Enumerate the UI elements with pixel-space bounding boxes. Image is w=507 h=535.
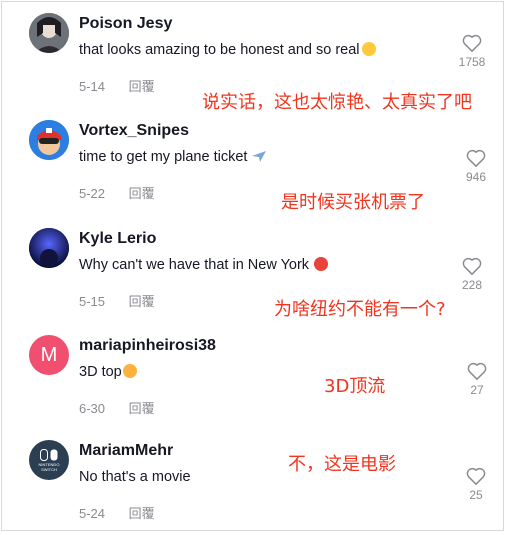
comment-date: 5-14 [79,79,106,94]
avatar[interactable] [29,120,69,160]
like-button[interactable]: 27 [455,362,499,397]
smiling-face-with-hearts-icon [122,364,137,378]
comment-item: Kyle Lerio Why can't we have that in New… [2,217,503,323]
heart-icon [466,149,486,167]
heart-icon [462,257,482,275]
like-button[interactable]: 25 [454,467,498,502]
comment-meta: 5-24 回覆 [79,503,155,522]
like-count: 27 [470,383,484,397]
avatar-letter: M [40,343,58,366]
reply-button[interactable]: 回覆 [129,186,155,201]
comment-date: 6-30 [79,401,106,416]
username[interactable]: mariapinheirosi38 [79,337,216,355]
comment-date: 5-15 [79,294,106,309]
angry-face-icon [314,257,329,271]
translation-annotation: 是时候买张机票了 [281,192,425,213]
reply-button[interactable]: 回覆 [129,506,155,521]
username[interactable]: Kyle Lerio [79,230,156,248]
reply-button[interactable]: 回覆 [129,401,155,416]
avatar[interactable]: M [29,335,69,375]
comment-meta: 5-15 回覆 [79,291,155,310]
avatar[interactable] [29,13,69,53]
username[interactable]: MariamMehr [79,442,173,460]
translation-annotation: 不，这是电影 [288,454,396,475]
comment-text: 3D top [79,364,137,380]
comment-item: Vortex_Snipes time to get my plane ticke… [2,109,503,215]
comment-date: 5-22 [79,186,106,201]
like-button[interactable]: 946 [454,149,498,184]
comment-item: M mariapinheirosi38 3D top 6-30 回覆 3D顶流 … [2,324,503,430]
translation-annotation: 为啥纽约不能有一个? [274,299,446,320]
comment-meta: 5-22 回覆 [79,183,155,202]
relieved-face-icon [361,42,376,56]
reply-button[interactable]: 回覆 [129,79,155,94]
heart-icon [466,467,486,485]
username[interactable]: Poison Jesy [79,15,172,33]
like-count: 1758 [458,55,486,69]
airplane-icon [251,149,267,167]
username[interactable]: Vortex_Snipes [79,122,189,140]
comment-meta: 6-30 回覆 [79,398,155,417]
avatar[interactable] [29,228,69,268]
avatar[interactable]: NINTENDO SWITCH [29,440,69,480]
comment-text: time to get my plane ticket [79,149,267,167]
like-count: 228 [461,278,483,292]
avatar-label: NINTENDO SWITCH [38,461,60,472]
comment-text: that looks amazing to be honest and so r… [79,42,376,58]
like-button[interactable]: 1758 [450,34,494,69]
reply-button[interactable]: 回覆 [129,294,155,309]
comment-item: Poison Jesy that looks amazing to be hon… [2,2,503,113]
like-count: 25 [469,488,483,502]
comment-text: No that's a movie [79,469,191,485]
comment-meta: 5-14 回覆 [79,76,155,95]
comment-date: 5-24 [79,506,106,521]
comment-text: Why can't we have that in New York [79,257,329,273]
comment-item: NINTENDO SWITCH MariamMehr No that's a m… [2,429,503,535]
like-count: 946 [465,170,487,184]
comments-panel: Poison Jesy that looks amazing to be hon… [1,1,504,531]
translation-annotation: 3D顶流 [324,376,386,397]
nintendo-switch-icon [40,448,58,461]
heart-icon [467,362,487,380]
heart-icon [462,34,482,52]
like-button[interactable]: 228 [450,257,494,292]
